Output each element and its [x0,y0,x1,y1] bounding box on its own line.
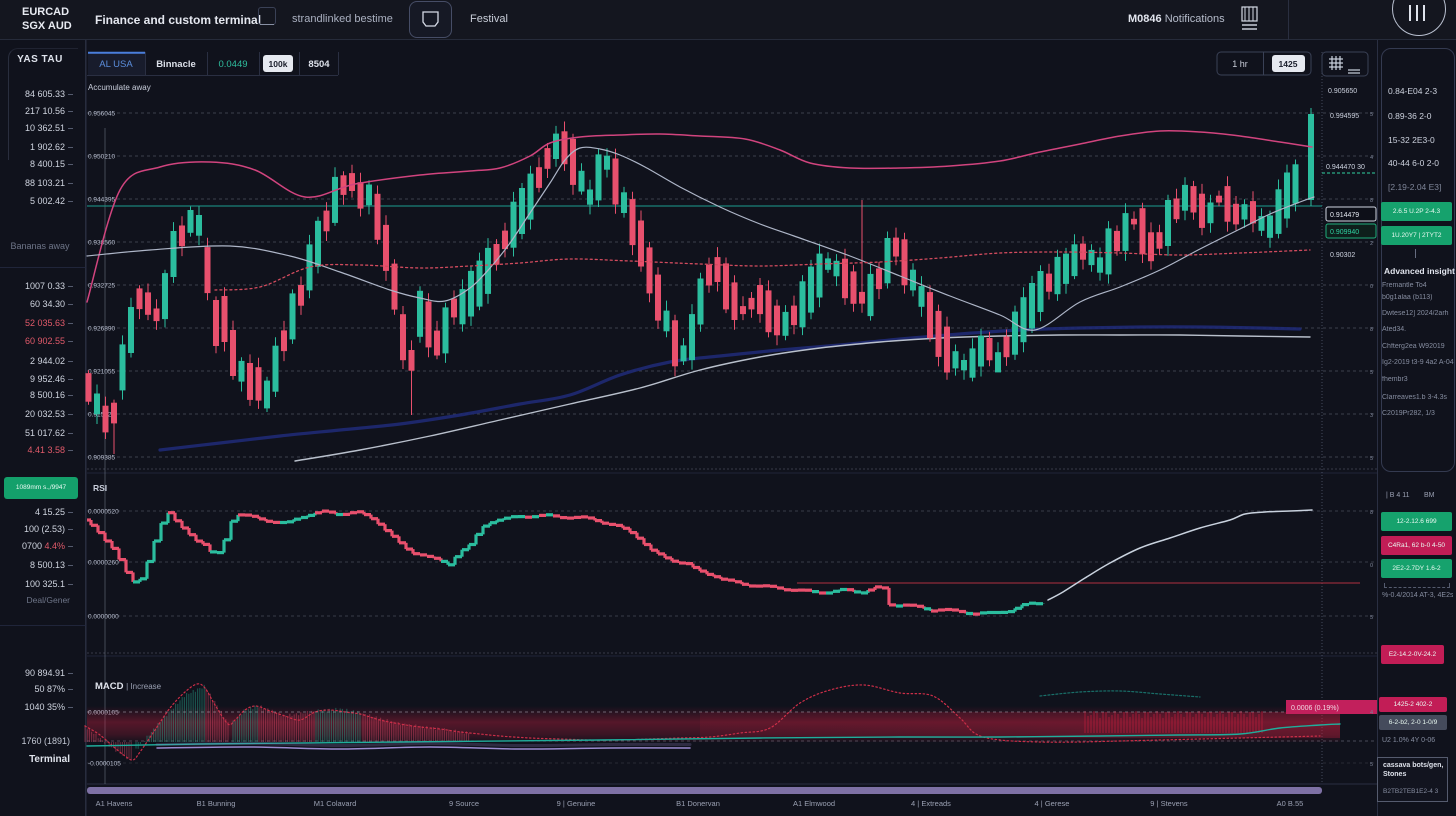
svg-text:1 hr: 1 hr [1232,59,1248,69]
svg-text:M1 Colavard: M1 Colavard [314,799,357,808]
svg-text:9 Source: 9 Source [449,799,479,808]
svg-text:0.0000520: 0.0000520 [88,509,119,516]
svg-text:0.994595: 0.994595 [1330,113,1359,120]
svg-text:A0 B.55: A0 B.55 [1277,799,1304,808]
svg-text:Binnacle: Binnacle [156,59,196,70]
svg-text:0.950210: 0.950210 [88,154,115,161]
svg-text:0: 0 [1370,284,1373,290]
svg-text:0.0000260: 0.0000260 [88,560,119,567]
svg-text:100k: 100k [269,59,288,69]
svg-text:0.914479: 0.914479 [1330,212,1359,219]
svg-text:RSI: RSI [93,483,107,493]
svg-text:4 | Extreads: 4 | Extreads [911,799,951,808]
svg-text:0.944395: 0.944395 [88,197,115,204]
svg-text:5: 5 [1370,762,1373,768]
svg-text:A1 Elmwood: A1 Elmwood [793,799,835,808]
svg-text:Accumulate away: Accumulate away [88,83,151,92]
svg-text:0.0000000: 0.0000000 [88,614,119,621]
svg-text:3: 3 [1370,413,1373,419]
svg-text:0.909940: 0.909940 [1330,229,1359,236]
svg-text:8: 8 [1370,327,1373,333]
svg-text:5: 5 [1370,112,1373,118]
svg-text:0.926890: 0.926890 [88,326,115,333]
svg-text:1425: 1425 [1279,59,1298,69]
svg-text:9 | Genuine: 9 | Genuine [557,799,596,808]
svg-text:A1 Havens: A1 Havens [96,799,133,808]
svg-text:8: 8 [1370,510,1373,516]
svg-text:5: 5 [1370,370,1373,376]
svg-text:8: 8 [1370,198,1373,204]
svg-text:4: 4 [1370,155,1373,161]
svg-text:AL USA: AL USA [99,59,133,70]
svg-text:0.909385: 0.909385 [88,455,115,462]
svg-text:9 | Stevens: 9 | Stevens [1150,799,1188,808]
svg-text:B1 Donervan: B1 Donervan [676,799,720,808]
svg-text:8504: 8504 [308,59,330,70]
svg-text:0.944470 30: 0.944470 30 [1326,164,1365,171]
svg-text:B1 Bunning: B1 Bunning [197,799,236,808]
svg-text:0.921055: 0.921055 [88,369,115,376]
svg-text:0.905650: 0.905650 [1328,88,1357,95]
svg-text:0.0006 (0.19%): 0.0006 (0.19%) [1291,705,1339,712]
svg-text:5: 5 [1370,456,1373,462]
svg-text:0.90302: 0.90302 [1330,252,1355,259]
svg-text:MACD | Increase: MACD | Increase [95,681,162,692]
svg-text:2: 2 [1370,241,1373,247]
svg-text:0.0449: 0.0449 [218,59,247,70]
svg-text:0.956045: 0.956045 [88,111,115,118]
svg-text:0: 0 [1370,563,1373,569]
svg-text:5: 5 [1370,615,1373,621]
svg-text:4 | Gerese: 4 | Gerese [1035,799,1070,808]
svg-text:4: 4 [1370,710,1373,716]
